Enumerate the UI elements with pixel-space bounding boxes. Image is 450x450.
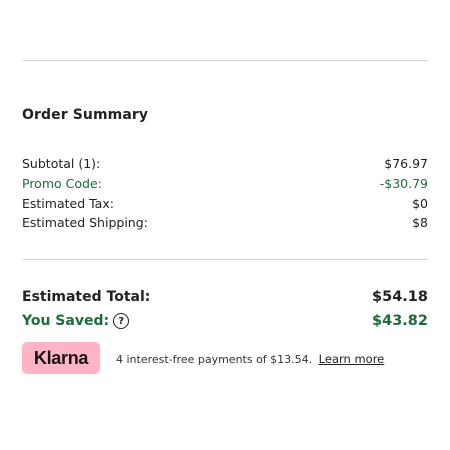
subtotal-value: $76.97 bbox=[384, 156, 428, 171]
order-summary-title: Order Summary bbox=[22, 107, 149, 123]
klarna-logo: Klarna bbox=[22, 342, 100, 374]
estimated-shipping-value: $8 bbox=[412, 215, 428, 230]
you-saved-label-group: You Saved: ? bbox=[22, 313, 130, 329]
you-saved-label: You Saved: bbox=[22, 313, 110, 329]
promo-code-row: Promo Code: -$30.79 bbox=[22, 176, 428, 191]
divider-top bbox=[22, 60, 428, 61]
estimated-total-row: Estimated Total: $54.18 bbox=[22, 289, 428, 305]
estimated-shipping-row: Estimated Shipping: $8 bbox=[22, 215, 428, 230]
you-saved-value: $43.82 bbox=[372, 313, 428, 329]
klarna-message: 4 interest-free payments of $13.54. Lear… bbox=[116, 352, 384, 366]
estimated-tax-row: Estimated Tax: $0 bbox=[22, 196, 428, 211]
help-question-icon[interactable]: ? bbox=[113, 313, 130, 329]
promo-code-label: Promo Code: bbox=[22, 176, 102, 191]
learn-more-link[interactable]: Learn more bbox=[319, 352, 385, 366]
subtotal-label: Subtotal (1): bbox=[22, 156, 101, 171]
klarna-installment-text: 4 interest-free payments of $13.54. bbox=[116, 353, 313, 366]
you-saved-row: You Saved: ? $43.82 bbox=[22, 313, 428, 329]
estimated-total-label: Estimated Total: bbox=[22, 289, 151, 305]
estimated-shipping-label: Estimated Shipping: bbox=[22, 215, 148, 230]
subtotal-row: Subtotal (1): $76.97 bbox=[22, 156, 428, 171]
estimated-total-value: $54.18 bbox=[372, 289, 428, 305]
estimated-tax-label: Estimated Tax: bbox=[22, 196, 114, 211]
divider-middle bbox=[22, 259, 428, 260]
estimated-tax-value: $0 bbox=[412, 196, 428, 211]
promo-code-value: -$30.79 bbox=[379, 176, 428, 191]
